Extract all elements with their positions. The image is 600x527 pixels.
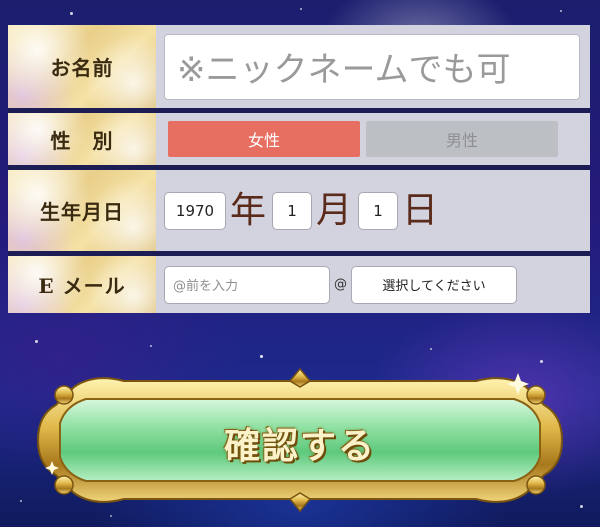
at-sign: @ xyxy=(334,277,347,292)
birth-year-select[interactable]: 1970 xyxy=(164,191,226,230)
name-value-cell: ※ニックネームでも可 xyxy=(156,25,590,108)
name-label: お名前 xyxy=(8,25,156,108)
email-row: E メール @前を入力 @ 選択してください xyxy=(8,256,590,313)
confirm-button-label: 確認する xyxy=(223,425,376,467)
email-local-input[interactable]: @前を入力 xyxy=(164,265,330,304)
name-row: お名前 ※ニックネームでも可 xyxy=(8,25,590,113)
email-domain-select[interactable]: 選択してください xyxy=(351,265,517,304)
gender-value-cell: 女性 男性 xyxy=(156,113,590,165)
email-value-cell: @前を入力 @ 選択してください xyxy=(156,256,590,313)
confirm-button[interactable]: 確認する xyxy=(34,365,566,515)
profile-form: お名前 ※ニックネームでも可 性 別 女性 男性 生年月日 1970 年 1 月… xyxy=(8,25,590,313)
birthdate-row: 生年月日 1970 年 1 月 1 日 xyxy=(8,170,590,256)
email-label: E メール xyxy=(8,256,156,313)
gender-label: 性 別 xyxy=(8,113,156,165)
birth-day-select[interactable]: 1 xyxy=(358,191,399,230)
day-unit: 日 xyxy=(402,189,439,231)
year-unit: 年 xyxy=(230,189,267,231)
gender-row: 性 別 女性 男性 xyxy=(8,113,590,170)
birthdate-label: 生年月日 xyxy=(8,170,156,251)
gender-male-button[interactable]: 男性 xyxy=(366,121,558,157)
birth-month-select[interactable]: 1 xyxy=(272,191,313,230)
birthdate-value-cell: 1970 年 1 月 1 日 xyxy=(156,170,590,251)
month-unit: 月 xyxy=(316,189,353,231)
name-input[interactable]: ※ニックネームでも可 xyxy=(164,33,580,100)
gender-female-button[interactable]: 女性 xyxy=(168,121,360,157)
